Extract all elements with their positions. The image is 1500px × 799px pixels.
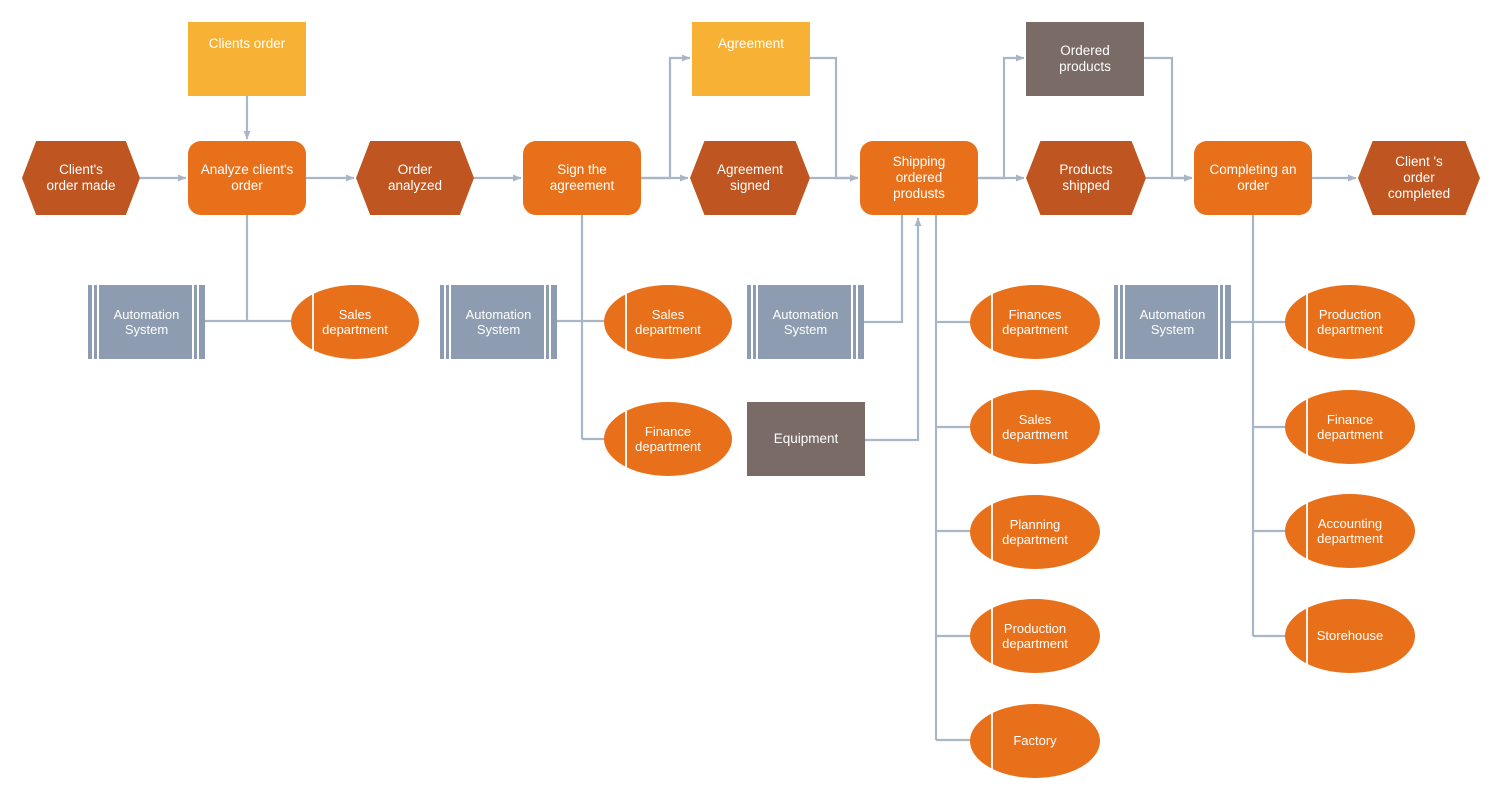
org-unit-sales-department-2[interactable]: Sales department [604, 285, 732, 359]
function-shipping-ordered-products[interactable]: Shipping ordered produsts [860, 141, 978, 215]
function-sign-the-agreement[interactable]: Sign the agreement [523, 141, 641, 215]
function-completing-an-order[interactable]: Completing an order [1194, 141, 1312, 215]
org-unit-label: Factory [1013, 733, 1057, 749]
event-order-analyzed[interactable]: Order analyzed [356, 141, 474, 215]
function-label: Completing an order [1209, 162, 1297, 193]
org-unit-finance-department-2[interactable]: Finance department [1285, 390, 1415, 464]
system-automation-system-4[interactable]: Automation System [1114, 285, 1231, 359]
org-unit-factory[interactable]: Factory [970, 704, 1100, 778]
system-label: Automation System [465, 306, 532, 337]
org-unit-sales-department-3[interactable]: Sales department [970, 390, 1100, 464]
org-unit-storehouse[interactable]: Storehouse [1285, 599, 1415, 673]
org-unit-label: Sales department [1002, 411, 1068, 442]
material-label: Equipment [773, 431, 839, 447]
system-label: Automation System [113, 306, 180, 337]
org-unit-sales-department-1[interactable]: Sales department [291, 285, 419, 359]
event-label: Products shipped [1059, 162, 1113, 193]
system-automation-system-1[interactable]: Automation System [88, 285, 205, 359]
function-label: Shipping ordered produsts [892, 154, 946, 201]
document-label: Clients order [208, 36, 286, 51]
function-analyze-clients-order[interactable]: Analyze client's order [188, 141, 306, 215]
system-automation-system-2[interactable]: Automation System [440, 285, 557, 359]
document-clients-order[interactable]: Clients order [188, 22, 306, 96]
org-unit-production-department-2[interactable]: Production department [1285, 285, 1415, 359]
org-unit-label: Accounting department [1317, 515, 1383, 546]
material-label: Ordered products [1059, 43, 1111, 74]
org-unit-finances-department[interactable]: Finances department [970, 285, 1100, 359]
org-unit-label: Finance department [1317, 411, 1383, 442]
system-label: Automation System [1139, 306, 1206, 337]
org-unit-accounting-department[interactable]: Accounting department [1285, 494, 1415, 568]
connector-layer [140, 54, 1357, 742]
org-unit-finance-department-1[interactable]: Finance department [604, 402, 732, 476]
material-ordered-products[interactable]: Ordered products [1026, 22, 1144, 96]
document-wave-icon [692, 75, 810, 96]
document-label: Agreement [717, 36, 785, 51]
org-unit-label: Finances department [1002, 306, 1068, 337]
system-automation-system-3[interactable]: Automation System [747, 285, 864, 359]
epc-diagram-canvas: Client's order made Order analyzed Agreeme… [0, 0, 1500, 799]
system-label: Automation System [772, 306, 839, 337]
document-agreement[interactable]: Agreement [692, 22, 810, 96]
org-unit-label: Finance department [635, 423, 701, 454]
event-clients-order-completed[interactable]: Client 's order completed [1358, 141, 1480, 215]
org-unit-label: Production department [1002, 620, 1068, 651]
org-unit-label: Sales department [322, 306, 388, 337]
org-unit-planning-department[interactable]: Planning department [970, 495, 1100, 569]
function-label: Sign the agreement [549, 162, 615, 193]
org-unit-label: Sales department [635, 306, 701, 337]
org-unit-label: Planning department [1002, 516, 1068, 547]
event-label: Client 's order completed [1387, 154, 1451, 201]
event-agreement-signed[interactable]: Agreement signed [690, 141, 810, 215]
event-label: Agreement signed [716, 162, 784, 193]
function-label: Analyze client's order [200, 162, 294, 193]
event-label: Order analyzed [387, 162, 443, 193]
document-wave-icon [188, 75, 306, 96]
org-unit-label: Storehouse [1316, 628, 1384, 644]
event-products-shipped[interactable]: Products shipped [1026, 141, 1146, 215]
org-unit-label: Production department [1317, 306, 1383, 337]
event-label: Client's order made [46, 162, 116, 193]
material-equipment[interactable]: Equipment [747, 402, 865, 476]
org-unit-production-department-1[interactable]: Production department [970, 599, 1100, 673]
event-clients-order-made[interactable]: Client's order made [22, 141, 140, 215]
